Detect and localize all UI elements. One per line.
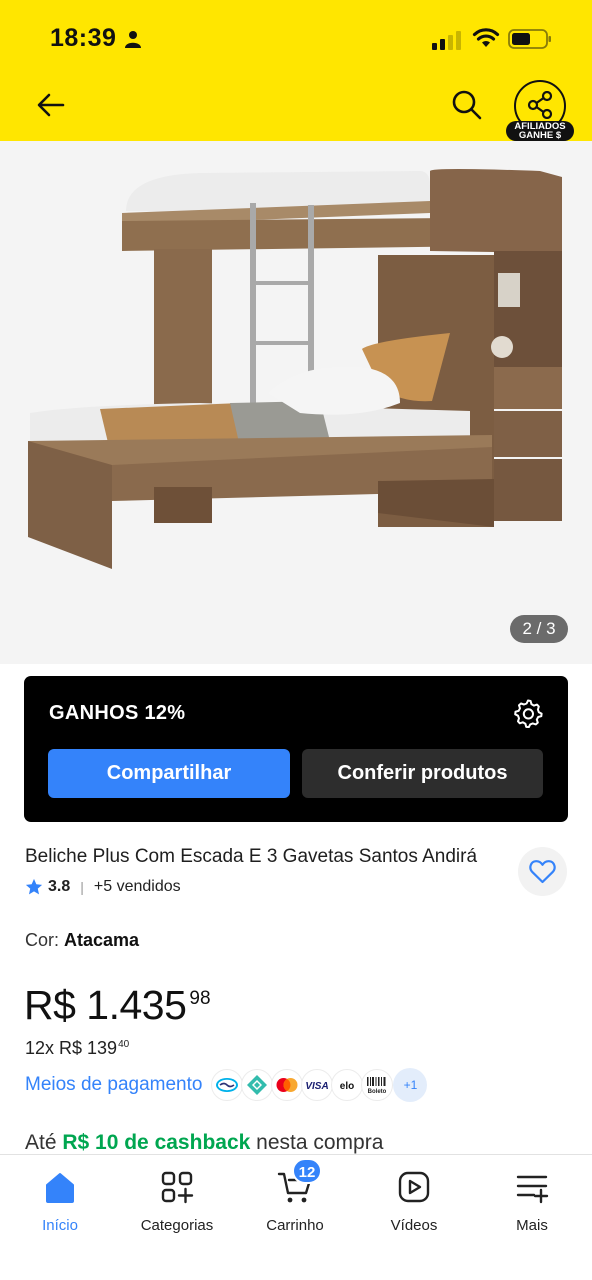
tab-mais[interactable]: Mais: [473, 1169, 591, 1241]
battery-icon: [508, 29, 551, 49]
favorite-button[interactable]: [518, 847, 567, 896]
wifi-icon: [472, 28, 500, 47]
mastercard-icon: [271, 1069, 304, 1101]
boleto-icon: Boleto: [361, 1069, 394, 1101]
back-arrow-icon[interactable]: [34, 88, 68, 122]
payment-more-badge[interactable]: +1: [393, 1068, 428, 1102]
mercado-pago-icon: [211, 1069, 244, 1101]
rating-row[interactable]: 3.8 | +5 vendidos: [25, 876, 181, 898]
price-cents: 98: [189, 988, 211, 1009]
tab-inicio[interactable]: Início: [1, 1169, 119, 1241]
cashback-prefix: Até: [25, 1131, 63, 1154]
tab-label: Categorias: [140, 1217, 214, 1234]
product-image: [28, 169, 562, 569]
search-icon[interactable]: [450, 88, 484, 122]
status-time: 18:39: [50, 24, 117, 52]
affiliate-badge[interactable]: AFILIADOS GANHE $: [506, 121, 574, 141]
installments: 12x R$ 139 40: [25, 1038, 129, 1059]
person-icon: [125, 31, 141, 48]
tab-videos[interactable]: Vídeos: [355, 1169, 473, 1241]
tab-label: Carrinho: [266, 1217, 324, 1234]
affiliate-earnings-panel: GANHOS 12% Compartilhar Conferir produto…: [24, 676, 568, 822]
cashback-amount: R$ 10 de cashback: [62, 1131, 251, 1154]
product-title: Beliche Plus Com Escada E 3 Gavetas Sant…: [25, 846, 478, 867]
color-selection[interactable]: Cor: Atacama: [25, 930, 139, 951]
price: R$ 1.435 98: [24, 982, 211, 1032]
pix-icon: [241, 1069, 274, 1101]
color-value: Atacama: [64, 930, 140, 950]
svg-text:elo: elo: [340, 1081, 354, 1091]
cart-count-badge: 12: [292, 1158, 322, 1184]
visa-icon: VISA: [301, 1069, 334, 1101]
video-icon: [398, 1171, 430, 1203]
sold-count: +5 vendidos: [93, 878, 181, 895]
elo-icon: elo: [331, 1069, 364, 1101]
gallery-page-indicator: 2 / 3: [510, 615, 568, 643]
price-main: R$ 1.435: [24, 982, 187, 1028]
tab-label: Início: [42, 1217, 78, 1234]
check-products-button[interactable]: Conferir produtos: [302, 749, 543, 798]
product-image-gallery[interactable]: 2 / 3: [0, 141, 592, 664]
svg-text:VISA: VISA: [306, 1081, 329, 1091]
categories-icon: [161, 1171, 194, 1204]
heart-icon: [529, 860, 556, 884]
cashback-suffix: nesta compra: [250, 1131, 384, 1154]
tab-label: Mais: [516, 1217, 548, 1234]
share-button[interactable]: Compartilhar: [48, 749, 290, 798]
installments-cents: 40: [118, 1039, 130, 1050]
payment-methods-row[interactable]: Meios de pagamento VISA elo Boleto +1: [25, 1066, 428, 1104]
rating-value: 3.8: [48, 878, 71, 895]
svg-text:Boleto: Boleto: [368, 1089, 387, 1095]
installments-main: 12x R$ 139: [25, 1038, 118, 1058]
share-icon: [527, 91, 553, 119]
home-icon: [46, 1173, 74, 1203]
app-header: 18:39 AFILIADOS GANHE $: [0, 0, 592, 141]
color-label: Cor:: [25, 930, 65, 950]
cellular-signal-icon: [432, 31, 461, 50]
rating-separator: |: [80, 879, 84, 895]
affiliate-badge-line2: GANHE $: [518, 130, 562, 141]
star-icon: [25, 878, 43, 895]
gear-icon[interactable]: [513, 698, 543, 728]
earnings-title: GANHOS 12%: [49, 702, 186, 724]
menu-more-icon: [516, 1175, 549, 1204]
tab-label: Vídeos: [390, 1217, 438, 1234]
tab-categorias[interactable]: Categorias: [118, 1169, 236, 1241]
payment-methods-link[interactable]: Meios de pagamento: [25, 1074, 202, 1096]
cashback-info: Até R$ 10 de cashback nesta compra: [25, 1131, 383, 1155]
